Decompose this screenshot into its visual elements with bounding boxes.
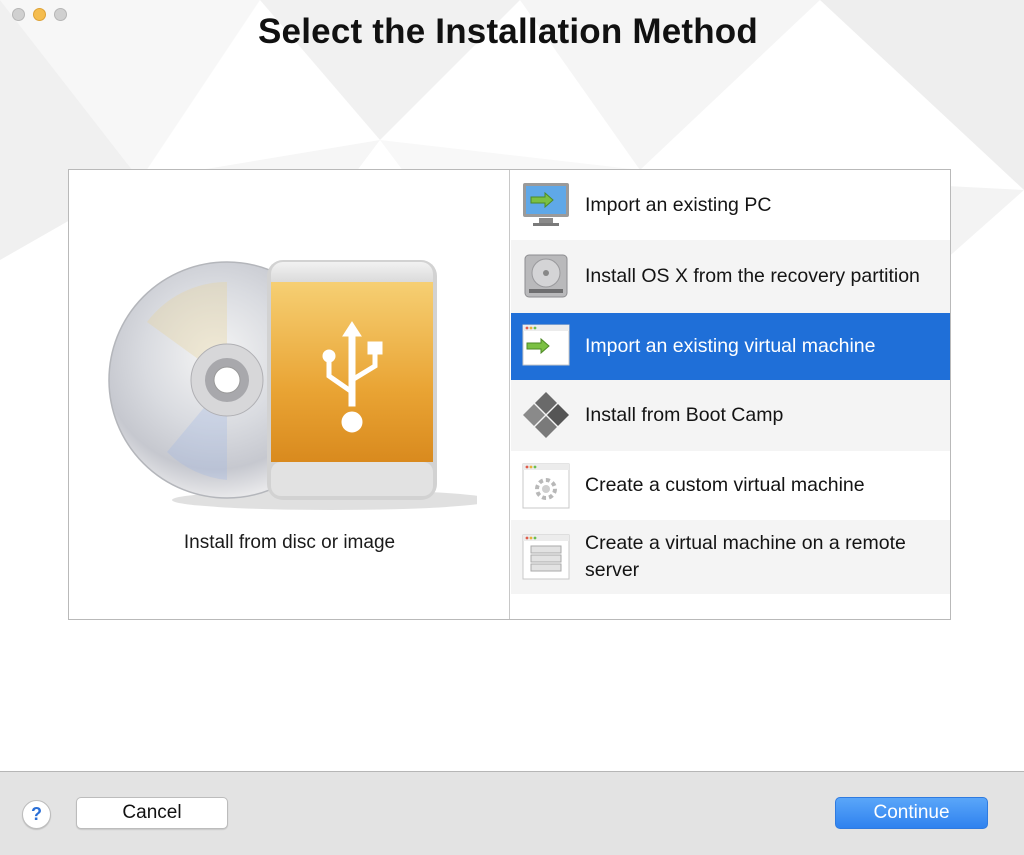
- cancel-button[interactable]: Cancel: [76, 797, 228, 829]
- option-label: Install from Boot Camp: [585, 404, 784, 426]
- installation-method-window: Select the Installation Method Install f…: [0, 0, 1024, 855]
- pc-import-icon: [523, 183, 569, 226]
- window-controls: [12, 8, 67, 21]
- option-label: Install OS X from the recovery partition: [585, 265, 920, 287]
- option-create-custom-vm[interactable]: Create a custom virtual machine: [511, 451, 950, 520]
- option-label: Create a virtual machine on a remote ser…: [585, 532, 906, 581]
- footer-bar: ? Cancel Continue: [0, 771, 1024, 855]
- installation-options-panel: Install from disc or image Import an exi…: [68, 169, 951, 620]
- option-install-osx-recovery[interactable]: Install OS X from the recovery partition: [511, 240, 950, 313]
- installation-method-list: Import an existing PC Install OS X from …: [511, 170, 950, 594]
- help-button[interactable]: ?: [22, 800, 51, 829]
- vm-import-icon: [522, 324, 570, 366]
- continue-button[interactable]: Continue: [835, 797, 988, 829]
- page-title: Select the Installation Method: [258, 12, 758, 51]
- disc-and-usb-drive-icon: [108, 260, 477, 510]
- option-create-vm-remote-server[interactable]: Create a virtual machine on a remote ser…: [511, 520, 950, 594]
- install-from-disc-label: Install from disc or image: [183, 532, 396, 553]
- hard-drive-icon: [524, 254, 568, 298]
- close-window-button[interactable]: [12, 8, 25, 21]
- option-label: Create a custom virtual machine: [585, 474, 865, 496]
- option-import-existing-vm[interactable]: Import an existing virtual machine: [511, 313, 950, 380]
- remote-server-icon: [522, 534, 570, 580]
- install-from-disc-option[interactable]: Install from disc or image: [69, 170, 510, 619]
- boot-camp-icon: [523, 392, 569, 438]
- zoom-window-button[interactable]: [54, 8, 67, 21]
- option-label: Import an existing PC: [585, 193, 772, 216]
- option-install-from-boot-camp[interactable]: Install from Boot Camp: [511, 380, 950, 451]
- option-import-existing-pc[interactable]: Import an existing PC: [511, 170, 950, 240]
- option-label: Import an existing virtual machine: [585, 335, 876, 357]
- minimize-window-button[interactable]: [33, 8, 46, 21]
- custom-vm-icon: [522, 463, 570, 509]
